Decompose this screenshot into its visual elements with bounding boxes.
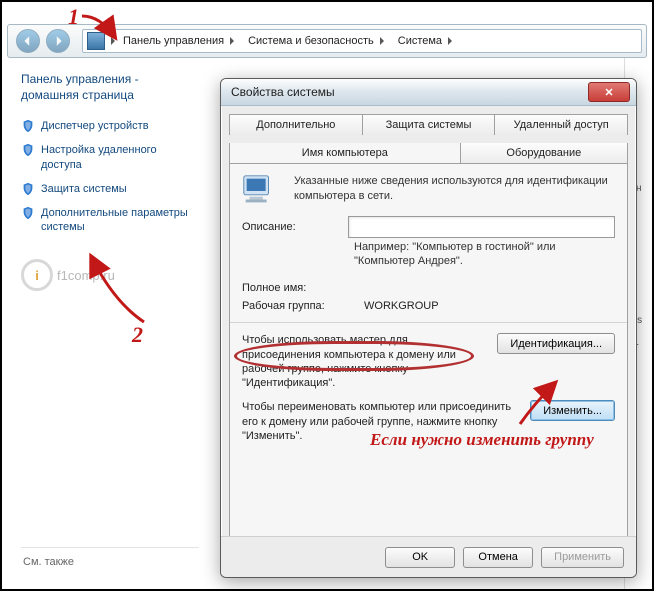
tab-row-1: Дополнительно Защита системы Удаленный д… [229,114,628,135]
control-panel-sidebar: Панель управления - домашняя страница Ди… [7,58,211,584]
workgroup-value: WORKGROUP [364,300,439,312]
breadcrumb-seg-1[interactable]: Панель управления [117,33,242,49]
description-input[interactable] [348,216,615,238]
workgroup-label: Рабочая группа: [242,300,342,312]
tab-remote[interactable]: Удаленный доступ [495,114,628,135]
identification-button[interactable]: Идентификация... [497,333,615,354]
system-properties-dialog: Свойства системы ✕ Дополнительно Защита … [220,78,637,578]
sidebar-item-remote-settings[interactable]: Настройка удаленного доступа [21,140,199,176]
description-hint: Например: "Компьютер в гостиной" или "Ко… [354,240,615,269]
tab-hardware[interactable]: Оборудование [461,143,628,163]
sidebar-item-label: Диспетчер устройств [41,119,149,134]
shield-icon [21,119,35,133]
description-label: Описание: [242,221,342,233]
sidebar-see-also: См. также [21,547,199,576]
breadcrumb-seg-2[interactable]: Система и безопасность [242,33,392,49]
dialog-titlebar[interactable]: Свойства системы ✕ [221,79,636,106]
sidebar-home-link[interactable]: Панель управления - домашняя страница [21,72,199,103]
identification-text: Чтобы использовать мастер для присоедине… [242,333,487,390]
sidebar-item-label: Дополнительные параметры системы [41,206,199,236]
dialog-button-row: OK Отмена Применить [221,536,636,577]
watermark-logo: if1comp.ru [21,259,199,291]
sidebar-item-advanced-settings[interactable]: Дополнительные параметры системы [21,203,199,239]
change-button[interactable]: Изменить... [530,400,615,421]
tab-advanced[interactable]: Дополнительно [229,114,363,135]
nav-forward-button[interactable] [46,29,70,53]
shield-icon [21,143,35,157]
cancel-button[interactable]: Отмена [463,547,533,568]
fullname-label: Полное имя: [242,282,342,294]
explorer-navbar: Панель управления Система и безопасность… [7,24,647,58]
sidebar-item-label: Настройка удаленного доступа [41,143,199,173]
computer-icon [240,172,278,210]
sidebar-item-device-manager[interactable]: Диспетчер устройств [21,116,199,137]
tab-panel-computer-name: Указанные ниже сведения используются для… [229,163,628,549]
close-icon[interactable]: ✕ [588,82,630,102]
breadcrumb[interactable]: Панель управления Система и безопасность… [82,29,642,53]
shield-icon [21,182,35,196]
sidebar-item-label: Защита системы [41,182,127,197]
annotation-number-1: 1 [68,4,79,30]
intro-text: Указанные ниже сведения используются для… [294,174,615,204]
tab-row-2: Имя компьютера Оборудование [229,143,628,163]
apply-button[interactable]: Применить [541,547,624,568]
nav-back-button[interactable] [16,29,40,53]
breadcrumb-seg-3[interactable]: Система [392,33,460,49]
sidebar-item-system-protection[interactable]: Защита системы [21,179,199,200]
control-panel-icon [87,32,105,50]
tab-protection[interactable]: Защита системы [363,114,496,135]
shield-icon [21,206,35,220]
annotation-number-2: 2 [132,322,143,348]
dialog-title: Свойства системы [231,85,588,99]
annotation-caption: Если нужно изменить группу [370,430,594,450]
tab-computer-name[interactable]: Имя компьютера [229,143,461,163]
ok-button[interactable]: OK [385,547,455,568]
